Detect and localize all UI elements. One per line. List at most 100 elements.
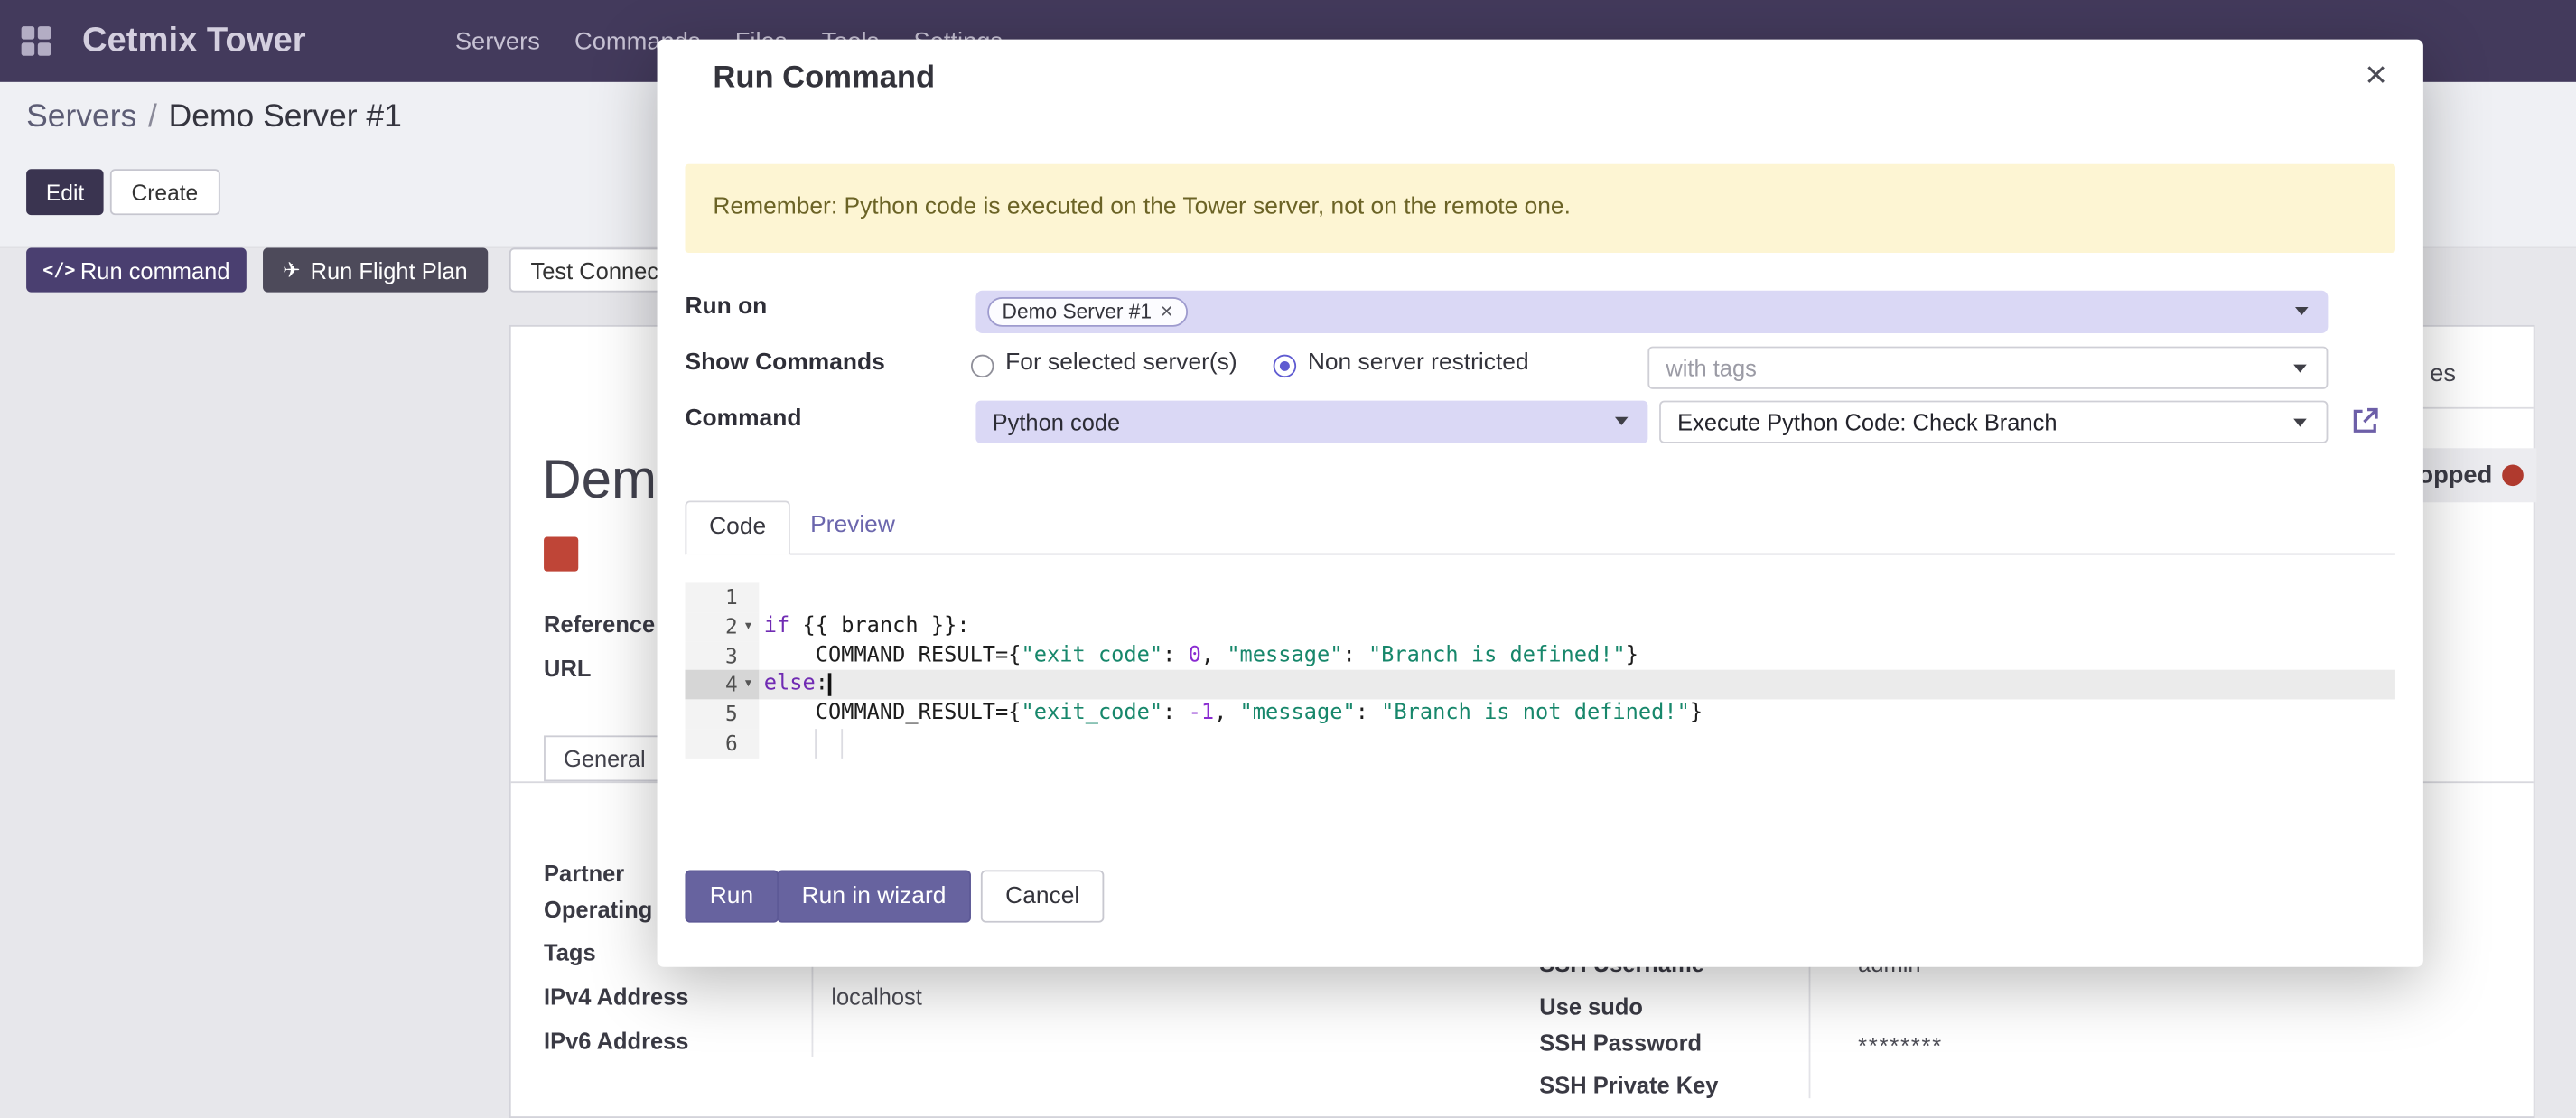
command-select[interactable]: Execute Python Code: Check Branch [1659, 401, 2328, 443]
code-token: "exit_code" [1022, 643, 1163, 667]
indent-guide [815, 729, 817, 758]
tags-select[interactable]: with tags [1647, 347, 2328, 389]
field-value-ssh-password: ******** [1858, 1032, 1943, 1058]
modal-title: Run Command [713, 61, 935, 97]
gutter-cell: 1 [685, 582, 759, 611]
code-line-content[interactable]: COMMAND_RESULT={"exit_code": 0, "message… [759, 641, 2395, 670]
run-flight-plan-button[interactable]: ✈ Run Flight Plan [263, 248, 488, 293]
code-token: {{ branch }}: [789, 614, 969, 638]
run-flight-plan-label: Run Flight Plan [311, 257, 468, 284]
breadcrumb-separator: / [148, 98, 157, 135]
command-type-select[interactable]: Python code [975, 401, 1647, 443]
run-on-label: Run on [685, 293, 767, 320]
code-token: : [816, 672, 828, 696]
create-button[interactable]: Create [110, 169, 219, 215]
code-token: 0 [1189, 643, 1201, 667]
chevron-down-icon [2295, 307, 2309, 315]
field-label-url: URL [544, 655, 591, 681]
code-token: -1 [1189, 702, 1214, 726]
command-type-value: Python code [993, 409, 1121, 435]
tab-general[interactable]: General [544, 735, 666, 781]
chip-remove-icon[interactable]: ✕ [1160, 303, 1173, 321]
code-line-6[interactable]: 6 [685, 729, 2394, 758]
chevron-down-icon [2293, 365, 2307, 373]
radio-for-selected-servers-label[interactable]: For selected server(s) [1005, 349, 1237, 376]
code-editor[interactable]: 12▾if {{ branch }}:3 COMMAND_RESULT={"ex… [685, 582, 2394, 759]
field-label-use-sudo: Use sudo [1539, 993, 1643, 1020]
line-number: 3 [725, 641, 738, 670]
gutter-cell: 6 [685, 729, 759, 758]
code-token: "exit_code" [1022, 702, 1163, 726]
gutter-cell: 4▾ [685, 670, 759, 699]
line-number: 6 [725, 729, 738, 758]
radio-non-server-restricted[interactable] [1274, 355, 1296, 377]
code-line-content[interactable] [759, 729, 2395, 758]
run-command-button[interactable]: </>Run command [26, 248, 247, 293]
app-window: Cetmix Tower ServersCommandsFilesToolsSe… [0, 0, 2576, 1118]
fold-spacer [738, 582, 760, 611]
edit-button[interactable]: Edit [26, 169, 104, 215]
line-number: 2 [725, 612, 738, 641]
code-line-2[interactable]: 2▾if {{ branch }}: [685, 612, 2394, 641]
run-on-select[interactable]: Demo Server #1 ✕ [975, 291, 2328, 333]
code-line-content[interactable] [759, 582, 2395, 611]
chevron-down-icon [2293, 419, 2307, 427]
server-chip[interactable]: Demo Server #1 ✕ [987, 297, 1189, 327]
code-line-content[interactable]: else: [759, 670, 2395, 699]
external-link-icon[interactable] [2347, 404, 2382, 438]
field-label-ssh-private-key: SSH Private Key [1539, 1072, 1718, 1098]
code-token: COMMAND_RESULT={ [764, 643, 1022, 667]
cancel-button[interactable]: Cancel [981, 870, 1105, 922]
code-line-3[interactable]: 3 COMMAND_RESULT={"exit_code": 0, "messa… [685, 641, 2394, 670]
run-in-wizard-button[interactable]: Run in wizard [777, 870, 970, 922]
run-command-label: Run command [80, 257, 230, 284]
code-token: , [1214, 702, 1239, 726]
command-label: Command [685, 405, 801, 432]
fold-arrow-icon[interactable]: ▾ [738, 670, 760, 699]
tab-preview[interactable]: Preview [790, 500, 915, 554]
server-chip-label: Demo Server #1 [1003, 301, 1153, 323]
alert-text: Remember: Python code is executed on the… [713, 194, 1571, 220]
code-token: "Branch is not defined!" [1381, 702, 1690, 726]
field-label-ipv4: IPv4 Address [544, 983, 688, 1010]
field-label-partner: Partner [544, 861, 624, 887]
code-token: else [764, 672, 816, 696]
code-token: : [1162, 643, 1188, 667]
code-token: COMMAND_RESULT={ [764, 702, 1022, 726]
run-command-modal: Run Command × Remember: Python code is e… [658, 40, 2423, 967]
line-number: 1 [725, 582, 738, 611]
paper-plane-icon: ✈ [283, 257, 301, 284]
field-label-ssh-password: SSH Password [1539, 1029, 1702, 1056]
breadcrumb-current: Demo Server #1 [169, 98, 402, 135]
tags-placeholder: with tags [1666, 355, 1756, 381]
code-line-1[interactable]: 1 [685, 582, 2394, 611]
radio-for-selected-servers[interactable] [971, 355, 994, 377]
field-label-ipv6: IPv6 Address [544, 1028, 688, 1054]
code-token: "Branch is defined!" [1368, 643, 1626, 667]
breadcrumb-servers[interactable]: Servers [26, 98, 136, 135]
fold-arrow-icon[interactable]: ▾ [738, 612, 760, 641]
clipped-text-fragment: es [2430, 359, 2456, 387]
navbar-item-servers[interactable]: Servers [455, 27, 540, 55]
breadcrumb: Servers / Demo Server #1 [26, 98, 402, 136]
field-label-tags: Tags [544, 939, 596, 965]
close-icon[interactable]: × [2365, 52, 2386, 98]
chevron-down-icon [1615, 417, 1629, 425]
code-line-5[interactable]: 5 COMMAND_RESULT={"exit_code": -1, "mess… [685, 700, 2394, 729]
gutter-cell: 3 [685, 641, 759, 670]
code-line-4[interactable]: 4▾else: [685, 670, 2394, 699]
fold-spacer [738, 729, 760, 758]
tab-code[interactable]: Code [685, 500, 789, 554]
run-button[interactable]: Run [685, 870, 778, 922]
app-brand[interactable]: Cetmix Tower [82, 0, 306, 82]
code-line-content[interactable]: COMMAND_RESULT={"exit_code": -1, "messag… [759, 700, 2395, 729]
code-token: } [1626, 643, 1638, 667]
fold-spacer [738, 700, 760, 729]
status-stopped-dot [2502, 464, 2524, 486]
code-line-content[interactable]: if {{ branch }}: [759, 612, 2395, 641]
code-token: "message" [1227, 643, 1342, 667]
radio-non-server-restricted-label[interactable]: Non server restricted [1308, 349, 1529, 376]
apps-grid-icon[interactable] [20, 24, 52, 57]
apps-grid-glyph [20, 24, 52, 57]
code-token: , [1201, 643, 1227, 667]
